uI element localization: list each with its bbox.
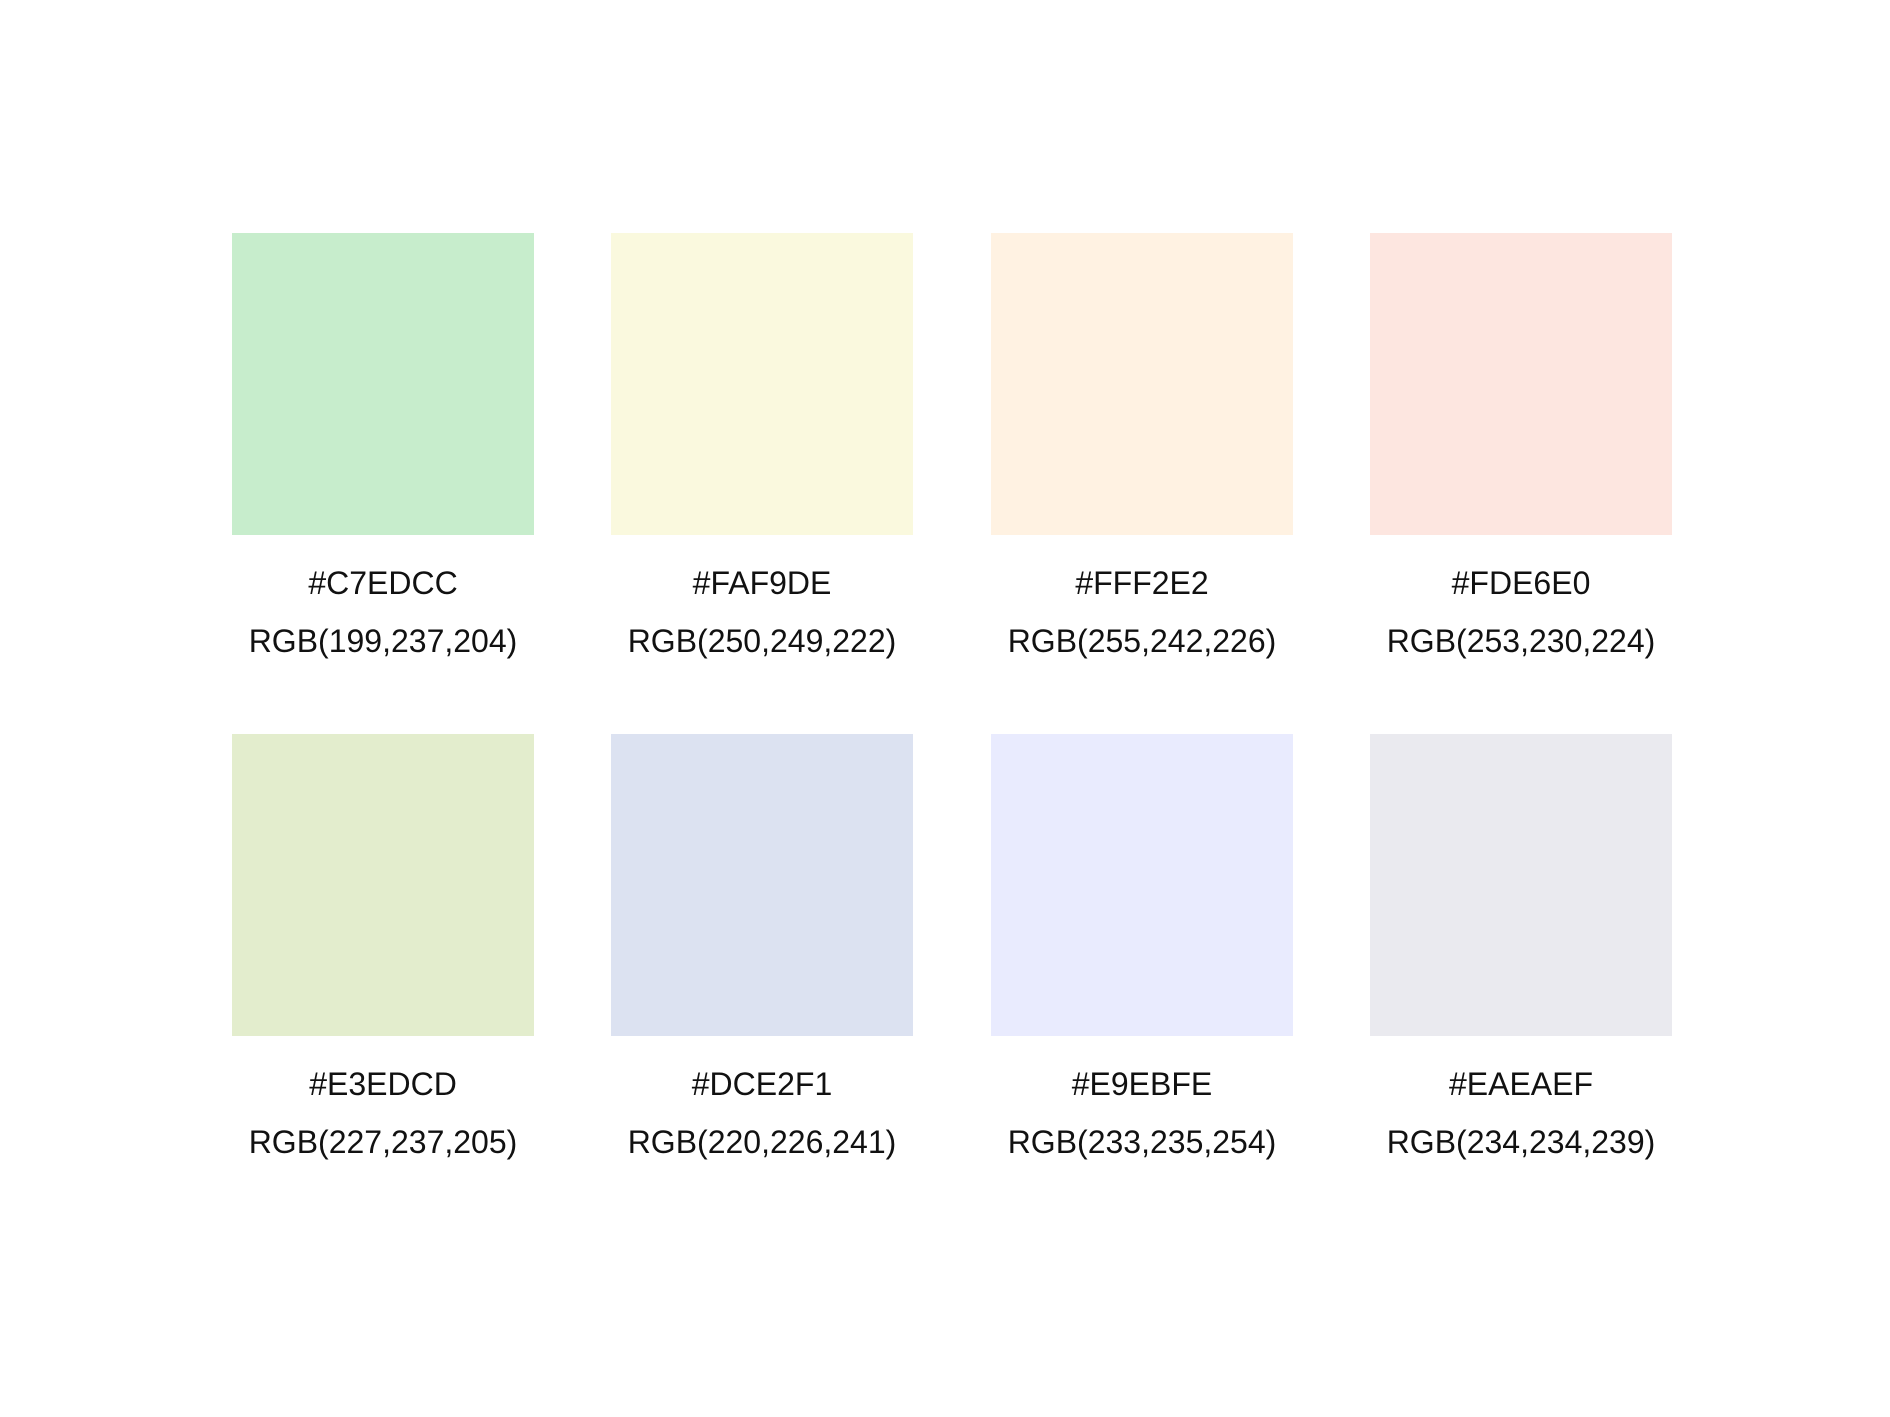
- color-swatch: [611, 734, 913, 1036]
- swatch-card: #DCE2F1 RGB(220,226,241): [611, 734, 913, 1174]
- rgb-label: RGB(227,237,205): [248, 1124, 518, 1160]
- rgb-label: RGB(255,242,226): [1007, 623, 1277, 659]
- hex-label: #EAEAEF: [1448, 1066, 1594, 1102]
- rgb-label: RGB(220,226,241): [627, 1124, 897, 1160]
- color-swatch: [991, 734, 1293, 1036]
- swatch-card: #C7EDCC RGB(199,237,204): [232, 233, 534, 673]
- color-swatch: [1370, 233, 1672, 535]
- swatch-card: #E9EBFE RGB(233,235,254): [991, 734, 1293, 1174]
- hex-label: #FAF9DE: [692, 565, 832, 601]
- rgb-label: RGB(233,235,254): [1007, 1124, 1277, 1160]
- hex-label: #E3EDCD: [309, 1066, 457, 1102]
- color-swatch: [232, 233, 534, 535]
- rgb-label: RGB(250,249,222): [627, 623, 897, 659]
- hex-label: #FDE6E0: [1451, 565, 1591, 601]
- swatch-card: #E3EDCD RGB(227,237,205): [232, 734, 534, 1174]
- swatch-card: #FFF2E2 RGB(255,242,226): [991, 233, 1293, 673]
- swatch-card: #FDE6E0 RGB(253,230,224): [1370, 233, 1672, 673]
- hex-label: #FFF2E2: [1075, 565, 1209, 601]
- color-swatch: [1370, 734, 1672, 1036]
- hex-label: #E9EBFE: [1071, 1066, 1213, 1102]
- color-swatch: [611, 233, 913, 535]
- hex-label: #C7EDCC: [308, 565, 458, 601]
- rgb-label: RGB(253,230,224): [1386, 623, 1656, 659]
- swatch-card: #FAF9DE RGB(250,249,222): [611, 233, 913, 673]
- rgb-label: RGB(234,234,239): [1386, 1124, 1656, 1160]
- hex-label: #DCE2F1: [691, 1066, 833, 1102]
- rgb-label: RGB(199,237,204): [248, 623, 518, 659]
- color-swatch: [991, 233, 1293, 535]
- swatch-card: #EAEAEF RGB(234,234,239): [1370, 734, 1672, 1174]
- color-swatch: [232, 734, 534, 1036]
